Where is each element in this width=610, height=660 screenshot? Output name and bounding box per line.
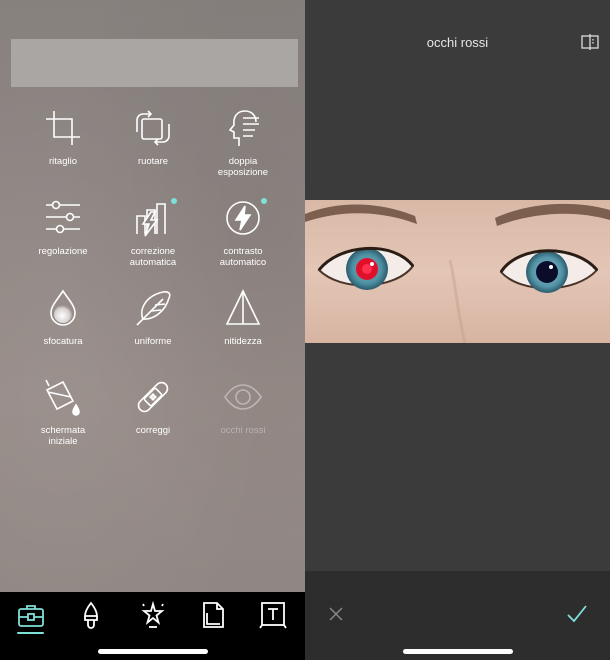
split-compare-icon — [581, 34, 599, 50]
tool-doppia-esposizione[interactable]: doppia esposizione — [193, 108, 293, 178]
sliders-icon — [43, 198, 83, 238]
bandage-icon — [133, 377, 173, 417]
blur-drop-icon — [43, 288, 83, 328]
tool-contrasto-automatico[interactable]: contrasto automatico — [193, 198, 293, 268]
paint-bucket-icon — [43, 377, 83, 417]
toolbox-icon — [18, 605, 44, 627]
tool-label: uniforme — [134, 336, 172, 347]
home-indicator — [98, 649, 208, 654]
tools-panel: ritaglio ruotare doppia esposizione rego… — [0, 0, 305, 660]
tool-uniforme[interactable]: uniforme — [103, 288, 203, 347]
close-icon — [329, 607, 343, 621]
tool-sfocatura[interactable]: sfocatura — [13, 288, 113, 347]
tool-label: correggi — [135, 425, 171, 436]
tool-correggi[interactable]: correggi — [103, 377, 203, 436]
document-icon — [203, 602, 224, 628]
tool-schermata-iniziale[interactable]: schermata iniziale — [13, 377, 113, 447]
sharpen-triangle-icon — [223, 288, 263, 328]
brush-icon — [84, 601, 98, 629]
text-tab[interactable] — [258, 600, 288, 630]
checkmark-icon — [567, 605, 587, 623]
eyes-photo — [305, 200, 610, 343]
apply-button[interactable] — [566, 603, 588, 625]
auto-correct-icon — [133, 198, 177, 238]
tool-ruotare[interactable]: ruotare — [103, 108, 203, 167]
photo-canvas[interactable] — [305, 200, 610, 343]
tool-occhi-rossi[interactable]: occhi rossi — [193, 377, 293, 436]
double-exposure-icon — [223, 108, 263, 148]
tool-label: correzione automatica — [129, 246, 177, 268]
tool-label: regolazione — [38, 246, 88, 257]
tool-label: schermata iniziale — [40, 425, 86, 447]
new-badge-dot — [171, 198, 177, 204]
effects-tab[interactable] — [138, 600, 168, 630]
tool-correzione-automatica[interactable]: correzione automatica — [103, 198, 203, 268]
editor-action-bar — [305, 571, 610, 660]
blurred-preview-bar — [11, 39, 298, 87]
auto-contrast-icon — [223, 198, 267, 238]
tool-nitidezza[interactable]: nitidezza — [193, 288, 293, 347]
text-frame-icon — [259, 602, 287, 629]
home-indicator — [403, 649, 513, 654]
tool-label: occhi rossi — [220, 425, 266, 436]
tool-label: doppia esposizione — [217, 156, 269, 178]
feather-icon — [133, 288, 173, 328]
tool-label: ritaglio — [49, 156, 77, 167]
tool-regolazione[interactable]: regolazione — [13, 198, 113, 257]
tool-label: sfocatura — [43, 336, 83, 347]
compare-button[interactable] — [581, 33, 599, 51]
magic-stars-icon — [141, 600, 165, 628]
crop-icon — [43, 108, 83, 148]
frames-tab[interactable] — [198, 600, 228, 630]
tool-ritaglio[interactable]: ritaglio — [13, 108, 113, 167]
rotate-icon — [133, 108, 173, 148]
editor-panel: occhi rossi — [305, 0, 610, 660]
tool-label: ruotare — [137, 156, 169, 167]
new-badge-dot — [261, 198, 267, 204]
cancel-button[interactable] — [327, 605, 345, 623]
eye-icon — [223, 377, 263, 417]
brush-tab[interactable] — [76, 600, 106, 630]
editor-title: occhi rossi — [426, 35, 489, 50]
active-tab-indicator — [17, 632, 44, 634]
tool-label: nitidezza — [224, 336, 262, 347]
tool-label: contrasto automatico — [219, 246, 267, 268]
tools-tab[interactable] — [16, 600, 46, 630]
